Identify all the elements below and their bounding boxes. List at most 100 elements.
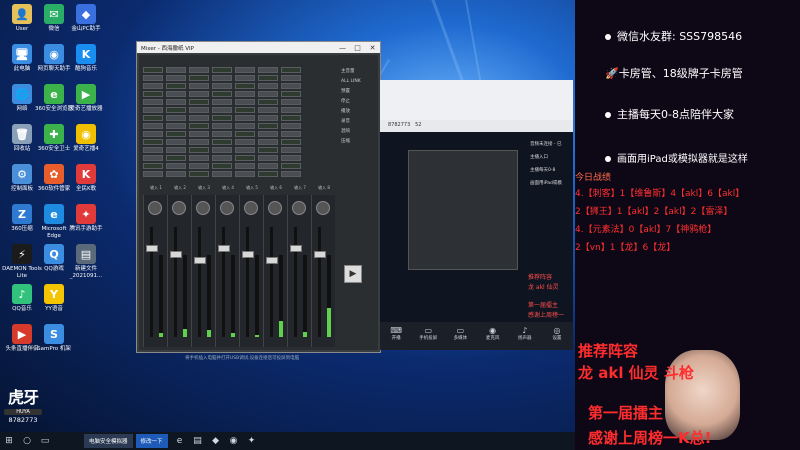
matrix-cell[interactable]: [166, 131, 186, 137]
toolbar-button[interactable]: ♪ 扬声器: [509, 322, 541, 350]
matrix-cell[interactable]: [258, 131, 278, 137]
matrix-cell[interactable]: [143, 139, 163, 145]
search-icon[interactable]: ○: [18, 436, 36, 446]
matrix-cell[interactable]: [212, 99, 232, 105]
matrix-cell[interactable]: [235, 99, 255, 105]
fader-handle[interactable]: [290, 245, 302, 252]
matrix-cell[interactable]: [281, 91, 301, 97]
desktop-icon[interactable]: ✦ 腾讯手游助手: [66, 204, 106, 233]
pan-knob[interactable]: [148, 201, 162, 215]
fader-handle[interactable]: [242, 251, 254, 258]
desktop-icon[interactable]: S SamPro 机架: [34, 324, 74, 353]
desktop-icon[interactable]: K 酷狗音乐: [66, 44, 106, 73]
matrix-cell[interactable]: [235, 67, 255, 73]
matrix-cell[interactable]: [281, 139, 301, 145]
matrix-cell[interactable]: [143, 131, 163, 137]
matrix-cell[interactable]: [212, 155, 232, 161]
maximize-button[interactable]: □: [350, 44, 365, 52]
preview-side-menu[interactable]: 音频未连接 - 已主播入口 主播每天0-8 画面用iPad或模: [530, 138, 573, 190]
desktop-icon[interactable]: ◆ 金山PC助手: [66, 4, 106, 33]
channel-strip[interactable]: 输入 8: [311, 185, 335, 347]
matrix-cell[interactable]: [258, 139, 278, 145]
channel-strip[interactable]: 输入 1: [143, 185, 167, 347]
mixer-titlebar[interactable]: Mixer - 西海撒纸 VIP — □ ✕: [137, 42, 380, 53]
matrix-cell[interactable]: [166, 171, 186, 177]
matrix-cell[interactable]: [258, 99, 278, 105]
mixer-option-label[interactable]: 播放: [341, 107, 377, 117]
mixer-option-label[interactable]: 压缩: [341, 137, 377, 147]
folder-icon[interactable]: ▤: [189, 436, 207, 446]
matrix-cell[interactable]: [143, 99, 163, 105]
matrix-cell[interactable]: [143, 123, 163, 129]
matrix-cell[interactable]: [281, 115, 301, 121]
fader-handle[interactable]: [314, 251, 326, 258]
mixer-option-label[interactable]: 混响: [341, 127, 377, 137]
matrix-cell[interactable]: [189, 131, 209, 137]
channel-strip[interactable]: 输入 5: [239, 185, 263, 347]
matrix-cell[interactable]: [189, 171, 209, 177]
matrix-cell[interactable]: [235, 123, 255, 129]
matrix-cell[interactable]: [166, 75, 186, 81]
matrix-cell[interactable]: [235, 83, 255, 89]
matrix-cell[interactable]: [235, 75, 255, 81]
pan-knob[interactable]: [220, 201, 234, 215]
matrix-cell[interactable]: [235, 171, 255, 177]
pan-knob[interactable]: [172, 201, 186, 215]
desktop-icon[interactable]: ▤ 新建文件 _2021091...: [66, 244, 106, 280]
matrix-cell[interactable]: [143, 67, 163, 73]
channel-strip[interactable]: 输入 4: [215, 185, 239, 347]
app-icon[interactable]: ◉: [225, 436, 243, 446]
matrix-cell[interactable]: [166, 139, 186, 145]
matrix-cell[interactable]: [258, 163, 278, 169]
mixer-option-label[interactable]: 主音量: [341, 67, 377, 77]
matrix-cell[interactable]: [189, 155, 209, 161]
matrix-cell[interactable]: [143, 83, 163, 89]
matrix-cell[interactable]: [166, 67, 186, 73]
matrix-cell[interactable]: [258, 155, 278, 161]
matrix-cell[interactable]: [235, 155, 255, 161]
matrix-cell[interactable]: [143, 155, 163, 161]
pan-knob[interactable]: [244, 201, 258, 215]
fader-handle[interactable]: [266, 257, 278, 264]
matrix-cell[interactable]: [235, 139, 255, 145]
matrix-cell[interactable]: [258, 67, 278, 73]
matrix-cell[interactable]: [189, 91, 209, 97]
pan-knob[interactable]: [292, 201, 306, 215]
channel-strip[interactable]: 输入 3: [191, 185, 215, 347]
edge-icon[interactable]: e: [171, 436, 189, 446]
side-menu-item[interactable]: 主播每天0-8: [530, 164, 573, 177]
matrix-cell[interactable]: [166, 83, 186, 89]
side-menu-item[interactable]: 主播入口: [530, 151, 573, 164]
matrix-cell[interactable]: [235, 115, 255, 121]
matrix-cell[interactable]: [281, 171, 301, 177]
matrix-cell[interactable]: [235, 107, 255, 113]
matrix-cell[interactable]: [143, 75, 163, 81]
matrix-cell[interactable]: [166, 147, 186, 153]
matrix-cell[interactable]: [189, 147, 209, 153]
matrix-cell[interactable]: [189, 139, 209, 145]
matrix-cell[interactable]: [258, 123, 278, 129]
app-icon[interactable]: ◆: [207, 436, 225, 446]
fader-handle[interactable]: [194, 257, 206, 264]
matrix-cell[interactable]: [143, 171, 163, 177]
matrix-cell[interactable]: [281, 99, 301, 105]
toolbar-button[interactable]: ▭ 手机投屏: [412, 322, 444, 350]
matrix-cell[interactable]: [281, 163, 301, 169]
close-button[interactable]: ✕: [365, 44, 380, 52]
channel-strip[interactable]: 输入 6: [263, 185, 287, 347]
desktop-icon[interactable]: Y YY语音: [34, 284, 74, 313]
mixer-option-label[interactable]: 停止: [341, 97, 377, 107]
matrix-cell[interactable]: [258, 75, 278, 81]
matrix-cell[interactable]: [143, 163, 163, 169]
fader-handle[interactable]: [146, 245, 158, 252]
matrix-cell[interactable]: [166, 107, 186, 113]
matrix-cell[interactable]: [235, 163, 255, 169]
matrix-cell[interactable]: [166, 99, 186, 105]
matrix-cell[interactable]: [212, 163, 232, 169]
pan-knob[interactable]: [268, 201, 282, 215]
matrix-cell[interactable]: [258, 91, 278, 97]
toolbar-button[interactable]: ▭ 多媒体: [444, 322, 476, 350]
matrix-cell[interactable]: [212, 171, 232, 177]
matrix-cell[interactable]: [258, 83, 278, 89]
matrix-cell[interactable]: [212, 139, 232, 145]
